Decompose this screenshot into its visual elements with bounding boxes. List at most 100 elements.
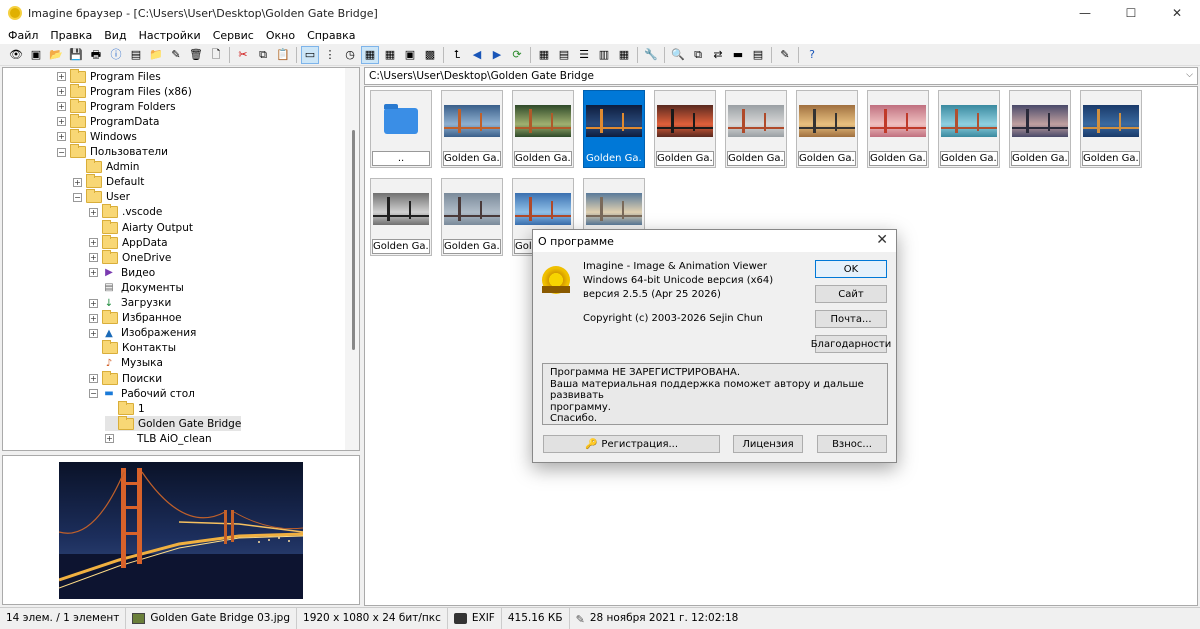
- chevron-down-icon[interactable]: ⌵: [1186, 70, 1193, 80]
- ok-button[interactable]: OK: [815, 260, 887, 278]
- maximize-button[interactable]: ☐: [1108, 0, 1154, 26]
- donate-button[interactable]: Взнос...: [817, 435, 887, 453]
- expand-icon[interactable]: +: [57, 102, 66, 112]
- image-thumbnail[interactable]: Golden Ga...: [583, 90, 645, 168]
- details-icon[interactable]: ▥: [596, 47, 612, 63]
- thanks-button[interactable]: Благодарности: [811, 335, 891, 353]
- back-icon[interactable]: ◀: [469, 47, 485, 63]
- tree-item[interactable]: + Поиски: [89, 370, 162, 386]
- properties-icon[interactable]: ▤: [128, 47, 144, 63]
- path-field[interactable]: C:\Users\User\Desktop\Golden Gate Bridge…: [364, 67, 1198, 85]
- expand-icon[interactable]: +: [57, 72, 66, 81]
- save-icon[interactable]: 💾: [68, 47, 84, 63]
- batch-icon[interactable]: ▤: [750, 47, 766, 63]
- help-icon[interactable]: ?: [804, 47, 820, 63]
- small-icons-icon[interactable]: ▤: [556, 47, 572, 63]
- cut-icon[interactable]: ✂: [235, 47, 251, 63]
- collapse-icon[interactable]: −: [89, 389, 98, 399]
- clock-icon[interactable]: ◷: [342, 47, 358, 63]
- image-thumbnail[interactable]: Golden Ga...: [725, 90, 787, 168]
- expand-icon[interactable]: +: [89, 328, 98, 338]
- menu-edit[interactable]: Правка: [44, 29, 98, 42]
- tree-item[interactable]: + ▶ Видео: [89, 265, 155, 280]
- clipboard-icon[interactable]: 🗋: [208, 47, 224, 63]
- image-thumbnail[interactable]: Golden Ga...: [370, 178, 432, 256]
- convert-icon[interactable]: ⇄: [710, 47, 726, 63]
- expand-icon[interactable]: +: [89, 253, 98, 263]
- tree-item[interactable]: + Program Files (x86): [57, 83, 192, 99]
- expand-icon[interactable]: +: [105, 434, 114, 444]
- tree-scrollbar[interactable]: [345, 68, 359, 450]
- tree-item[interactable]: 1: [105, 400, 145, 416]
- new-folder-icon[interactable]: 📁: [148, 47, 164, 63]
- tree-item[interactable]: + OneDrive: [89, 249, 171, 265]
- image-thumbnail[interactable]: Golden Ga...: [867, 90, 929, 168]
- tree-item[interactable]: Golden Gate Bridge: [105, 415, 242, 432]
- tree-item[interactable]: + Program Folders: [57, 98, 176, 114]
- refresh-icon[interactable]: ⟳: [509, 47, 525, 63]
- tree-scrollbar-thumb[interactable]: [352, 130, 355, 350]
- tree-item[interactable]: + Windows: [57, 128, 137, 144]
- tree-item[interactable]: Aiarty Output: [89, 219, 193, 235]
- slideshow-icon[interactable]: ▩: [422, 47, 438, 63]
- open-folder-icon[interactable]: 📂: [48, 47, 64, 63]
- tree-item[interactable]: + AppData: [89, 234, 168, 250]
- tree-item[interactable]: − User: [73, 189, 130, 205]
- expand-icon[interactable]: +: [89, 313, 98, 323]
- large-icons-icon[interactable]: ▦: [536, 47, 552, 63]
- grid-icon[interactable]: ▦: [382, 47, 398, 63]
- license-button[interactable]: Лицензия: [733, 435, 803, 453]
- columns-icon[interactable]: ▦: [616, 47, 632, 63]
- tree-item[interactable]: + Program Files: [57, 68, 161, 84]
- tree-item[interactable]: + ▲ Изображения: [89, 326, 196, 341]
- rename-icon[interactable]: ✎: [168, 47, 184, 63]
- site-button[interactable]: Сайт: [815, 285, 887, 303]
- parent-folder-icon[interactable]: ⮤: [449, 47, 465, 63]
- title-bar[interactable]: Imagine браузер - [C:\Users\User\Desktop…: [0, 0, 1200, 26]
- collapse-icon[interactable]: −: [57, 147, 66, 157]
- expand-icon[interactable]: +: [73, 177, 82, 187]
- delete-icon[interactable]: 🗑: [188, 47, 204, 63]
- scan-icon[interactable]: ▣: [28, 47, 44, 63]
- tree-item[interactable]: + TLB AiO_clean: [105, 431, 212, 446]
- print-icon[interactable]: 🖶: [88, 47, 104, 63]
- tree-item[interactable]: ♪ Музыка: [89, 356, 163, 371]
- menu-settings[interactable]: Настройки: [133, 29, 207, 42]
- mail-button[interactable]: Почта...: [815, 310, 887, 328]
- forward-icon[interactable]: ▶: [489, 47, 505, 63]
- tree-item[interactable]: + Default: [73, 174, 144, 190]
- tree-item[interactable]: + ProgramData: [57, 113, 159, 129]
- edit-icon[interactable]: ✎: [777, 47, 793, 63]
- list-icon[interactable]: ☰: [576, 47, 592, 63]
- view-icon[interactable]: 👁: [8, 47, 24, 63]
- tree-item[interactable]: + ↓ Загрузки: [89, 296, 171, 311]
- minimize-button[interactable]: —: [1062, 0, 1108, 26]
- tree-item[interactable]: Admin: [73, 159, 139, 175]
- menu-view[interactable]: Вид: [98, 29, 132, 42]
- menu-tools[interactable]: Сервис: [207, 29, 260, 42]
- expand-icon[interactable]: +: [89, 374, 98, 383]
- copy-icon[interactable]: ⧉: [255, 47, 271, 63]
- expand-icon[interactable]: +: [57, 87, 66, 97]
- image-thumbnail[interactable]: Golden Ga...: [1009, 90, 1071, 168]
- screen-icon[interactable]: ▬: [730, 47, 746, 63]
- image-thumbnail[interactable]: Golden Ga...: [441, 178, 503, 256]
- status-exif[interactable]: EXIF: [448, 607, 502, 629]
- image-thumbnail[interactable]: Golden Ga...: [512, 90, 574, 168]
- preview-icon[interactable]: ▣: [402, 47, 418, 63]
- find-icon[interactable]: 🔍: [670, 47, 686, 63]
- expand-icon[interactable]: +: [57, 117, 66, 127]
- tools-icon[interactable]: 🔧: [643, 47, 659, 63]
- dialog-close-icon[interactable]: ✕: [876, 232, 888, 248]
- expand-icon[interactable]: +: [89, 268, 98, 278]
- tree-item[interactable]: ▤ Документы: [89, 280, 184, 295]
- expand-icon[interactable]: +: [57, 132, 66, 142]
- menu-help[interactable]: Справка: [301, 29, 361, 42]
- tree-item[interactable]: + Избранное: [89, 310, 182, 326]
- dialog-title-bar[interactable]: О программе ✕: [533, 230, 896, 252]
- tree-icon[interactable]: ⋮: [322, 47, 338, 63]
- compare-icon[interactable]: ⧉: [690, 47, 706, 63]
- expand-icon[interactable]: +: [89, 207, 98, 217]
- tree-item[interactable]: − ▬ Рабочий стол: [89, 386, 195, 401]
- thumbnails-icon[interactable]: ▦: [361, 45, 379, 64]
